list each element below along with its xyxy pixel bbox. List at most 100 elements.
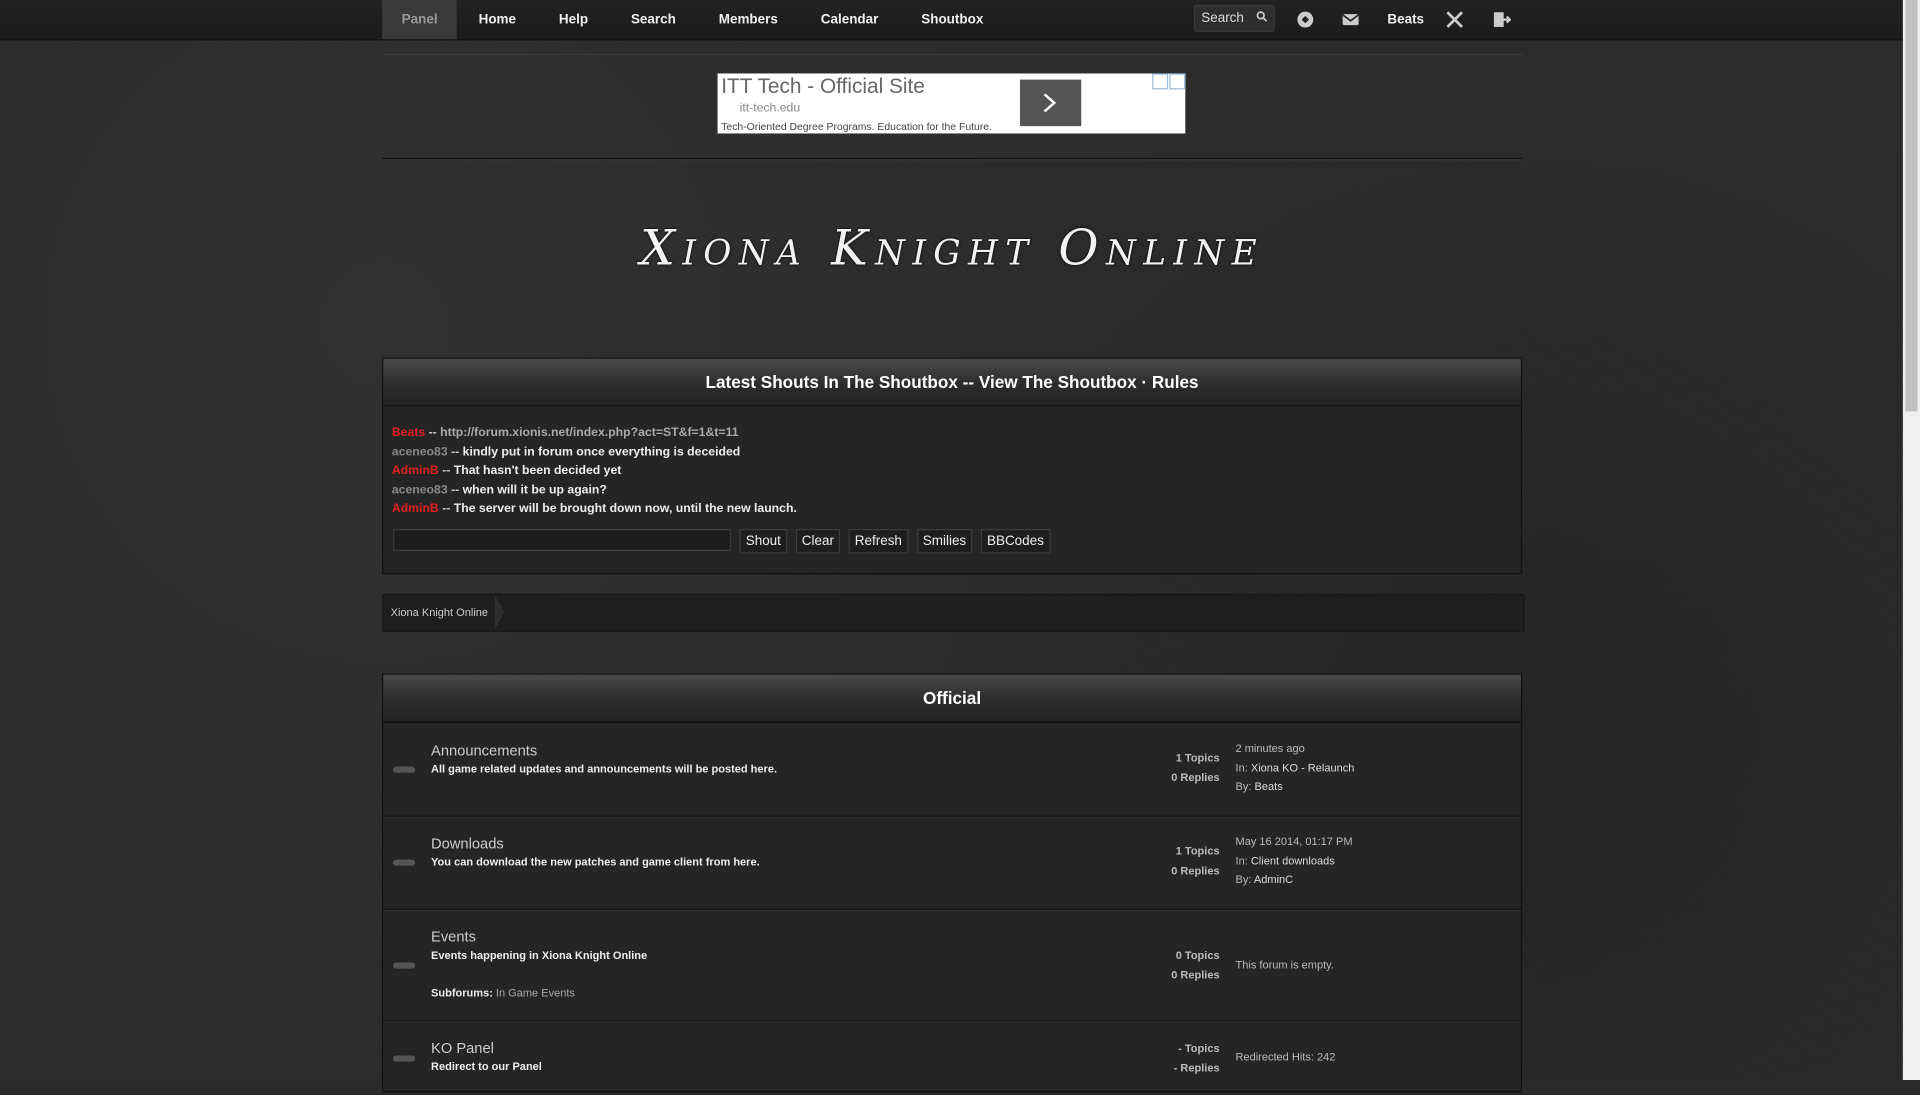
last-post-topic[interactable]: Client downloads	[1251, 854, 1335, 866]
ad-url: itt-tech.edu	[739, 101, 801, 116]
last-post-author[interactable]: Beats	[1255, 780, 1283, 792]
topics-count: - Topics	[1178, 1042, 1220, 1055]
notifications-icon[interactable]	[1296, 10, 1316, 30]
logout-icon[interactable]	[1491, 10, 1512, 30]
last-post-time: May 16 2014, 01:17 PM	[1235, 835, 1353, 848]
nav-help[interactable]: Help	[537, 0, 609, 39]
scrollbar[interactable]	[1902, 0, 1920, 1081]
shout-author[interactable]: aceneo83	[392, 483, 448, 496]
page-canvas: Panel Home Help Search Members Calendar …	[0, 0, 1920, 1093]
shout-message: The server will be brought down now, unt…	[453, 502, 797, 516]
site-logo[interactable]: Xiona Knight Online	[382, 220, 1522, 276]
last-post-topic[interactable]: Xiona KO - Relaunch	[1251, 761, 1355, 773]
subforums: Subforums: In Game Events	[431, 987, 575, 999]
subforums-label: Subforums:	[431, 986, 496, 1000]
nav-calendar[interactable]: Calendar	[799, 0, 900, 39]
search-input[interactable]	[1195, 7, 1256, 30]
shout-input[interactable]	[393, 528, 732, 552]
topics-count: 0 Topics	[1175, 948, 1220, 962]
forum-description: Redirect to our Panel	[431, 1060, 542, 1073]
shout-author[interactable]: AdminB	[392, 464, 439, 477]
clear-button[interactable]: Clear	[795, 528, 841, 554]
ad-description: Tech-Oriented Degree Programs. Education…	[721, 120, 992, 133]
forum-status-icon	[393, 962, 416, 969]
last-post: 2 minutes ago In: Xiona KO - Relaunch By: …	[1236, 740, 1355, 797]
shout-separator: --	[447, 483, 463, 497]
forum-stats: 0 Topics 0 Replies	[1171, 947, 1219, 985]
breadcrumb: Xiona Knight Online	[382, 593, 1525, 632]
nav-shoutbox[interactable]: Shoutbox	[900, 0, 1005, 39]
last-post-empty: This forum is empty.	[1235, 958, 1334, 972]
shout-author[interactable]: aceneo83	[392, 445, 448, 458]
forum-title[interactable]: Announcements	[431, 742, 537, 759]
replies-count: 0 Replies	[1171, 770, 1220, 784]
chevron-right-icon	[1043, 93, 1057, 113]
nav-members[interactable]: Members	[697, 0, 799, 39]
shoutbox-header[interactable]: Latest Shouts In The Shoutbox -- View Th…	[383, 358, 1521, 407]
nav-home[interactable]: Home	[457, 0, 537, 39]
nav-panel[interactable]: Panel	[382, 0, 458, 40]
shout-row: AdminB -- That hasn't been decided yet	[392, 462, 1521, 481]
shout-author[interactable]: Beats	[392, 426, 425, 439]
forum-title[interactable]: Events	[431, 928, 476, 945]
ad-title[interactable]: ITT Tech - Official Site	[721, 75, 925, 99]
by-label: By:	[1235, 780, 1255, 793]
smilies-button[interactable]: Smilies	[916, 528, 973, 554]
replies-count: - Replies	[1173, 1061, 1220, 1074]
user-menu-link[interactable]: Beats	[1387, 0, 1424, 40]
redirect-hits: Redirected Hits: 242	[1235, 1050, 1336, 1063]
shout-message: kindly put in forum once everything is d…	[462, 445, 741, 459]
forum-title[interactable]: Downloads	[431, 835, 504, 852]
category-official: Official Announcements All game related …	[382, 673, 1523, 1095]
forum-description: All game related updates and announcemen…	[431, 762, 778, 776]
forum-title[interactable]: KO Panel	[431, 1040, 494, 1057]
forum-status-icon	[393, 1055, 416, 1062]
forum-status-icon	[393, 859, 416, 866]
ad-close-icon[interactable]	[1169, 73, 1186, 90]
subforum-link[interactable]: In Game Events	[496, 987, 575, 999]
forum-row: Events Events happening in Xiona Knight …	[383, 908, 1521, 1020]
ad-go-button[interactable]	[1020, 79, 1082, 127]
main-nav: Panel Home Help Search Members Calendar …	[382, 0, 1005, 40]
top-navbar: Panel Home Help Search Members Calendar …	[0, 0, 1903, 41]
shout-separator: --	[438, 502, 454, 516]
shout-row: aceneo83 -- when will it be up again?	[392, 481, 1521, 500]
last-post: May 16 2014, 01:17 PM In: Client download…	[1236, 833, 1353, 890]
refresh-button[interactable]: Refresh	[848, 528, 909, 554]
shoutbox-panel: Latest Shouts In The Shoutbox -- View Th…	[382, 357, 1523, 575]
shout-row: AdminB -- The server will be brought dow…	[392, 500, 1521, 519]
shout-button[interactable]: Shout	[739, 528, 788, 554]
shout-message: That hasn't been decided yet	[453, 464, 622, 478]
forum-description: Events happening in Xiona Knight Online	[431, 948, 648, 962]
shout-author[interactable]: AdminB	[392, 502, 439, 515]
forum-stats: - Topics - Replies	[1174, 1040, 1220, 1078]
forum-description: You can download the new patches and gam…	[431, 855, 760, 869]
shout-separator: --	[447, 445, 463, 459]
ad-choices-icon[interactable]	[1152, 73, 1169, 90]
nav-search[interactable]: Search	[610, 0, 698, 39]
forum-status-icon	[393, 766, 416, 773]
shout-separator: --	[438, 464, 454, 478]
by-label: By:	[1235, 873, 1254, 886]
shout-form: Shout Clear Refresh Smilies BBCodes	[393, 528, 1059, 554]
last-post-author[interactable]: AdminC	[1254, 873, 1293, 885]
settings-tools-icon[interactable]	[1445, 10, 1465, 30]
breadcrumb-home[interactable]: Xiona Knight Online	[391, 595, 488, 631]
topics-count: 1 Topics	[1175, 751, 1220, 765]
ad-choices[interactable]	[1151, 73, 1186, 90]
shout-list: Beats -- http://forum.xionis.net/index.p…	[383, 407, 1521, 519]
category-title[interactable]: Official	[383, 674, 1521, 723]
advertisement[interactable]: ITT Tech - Official Site itt-tech.edu Te…	[717, 73, 1186, 134]
shout-row: aceneo83 -- kindly put in forum once eve…	[392, 443, 1521, 462]
shout-row: Beats -- http://forum.xionis.net/index.p…	[392, 424, 1521, 443]
scrollbar-thumb[interactable]	[1905, 0, 1918, 412]
replies-count: 0 Replies	[1171, 863, 1220, 877]
in-label: In:	[1235, 854, 1251, 867]
topics-count: 1 Topics	[1175, 844, 1220, 858]
messages-icon[interactable]	[1341, 10, 1361, 30]
search-icon[interactable]	[1256, 11, 1268, 22]
bbcodes-button[interactable]: BBCodes	[980, 528, 1051, 554]
forum-row: Downloads You can download the new patch…	[383, 815, 1521, 909]
forum-row: KO Panel Redirect to our Panel - Topics -…	[383, 1020, 1521, 1095]
shout-message[interactable]: http://forum.xionis.net/index.php?act=ST…	[440, 426, 738, 439]
